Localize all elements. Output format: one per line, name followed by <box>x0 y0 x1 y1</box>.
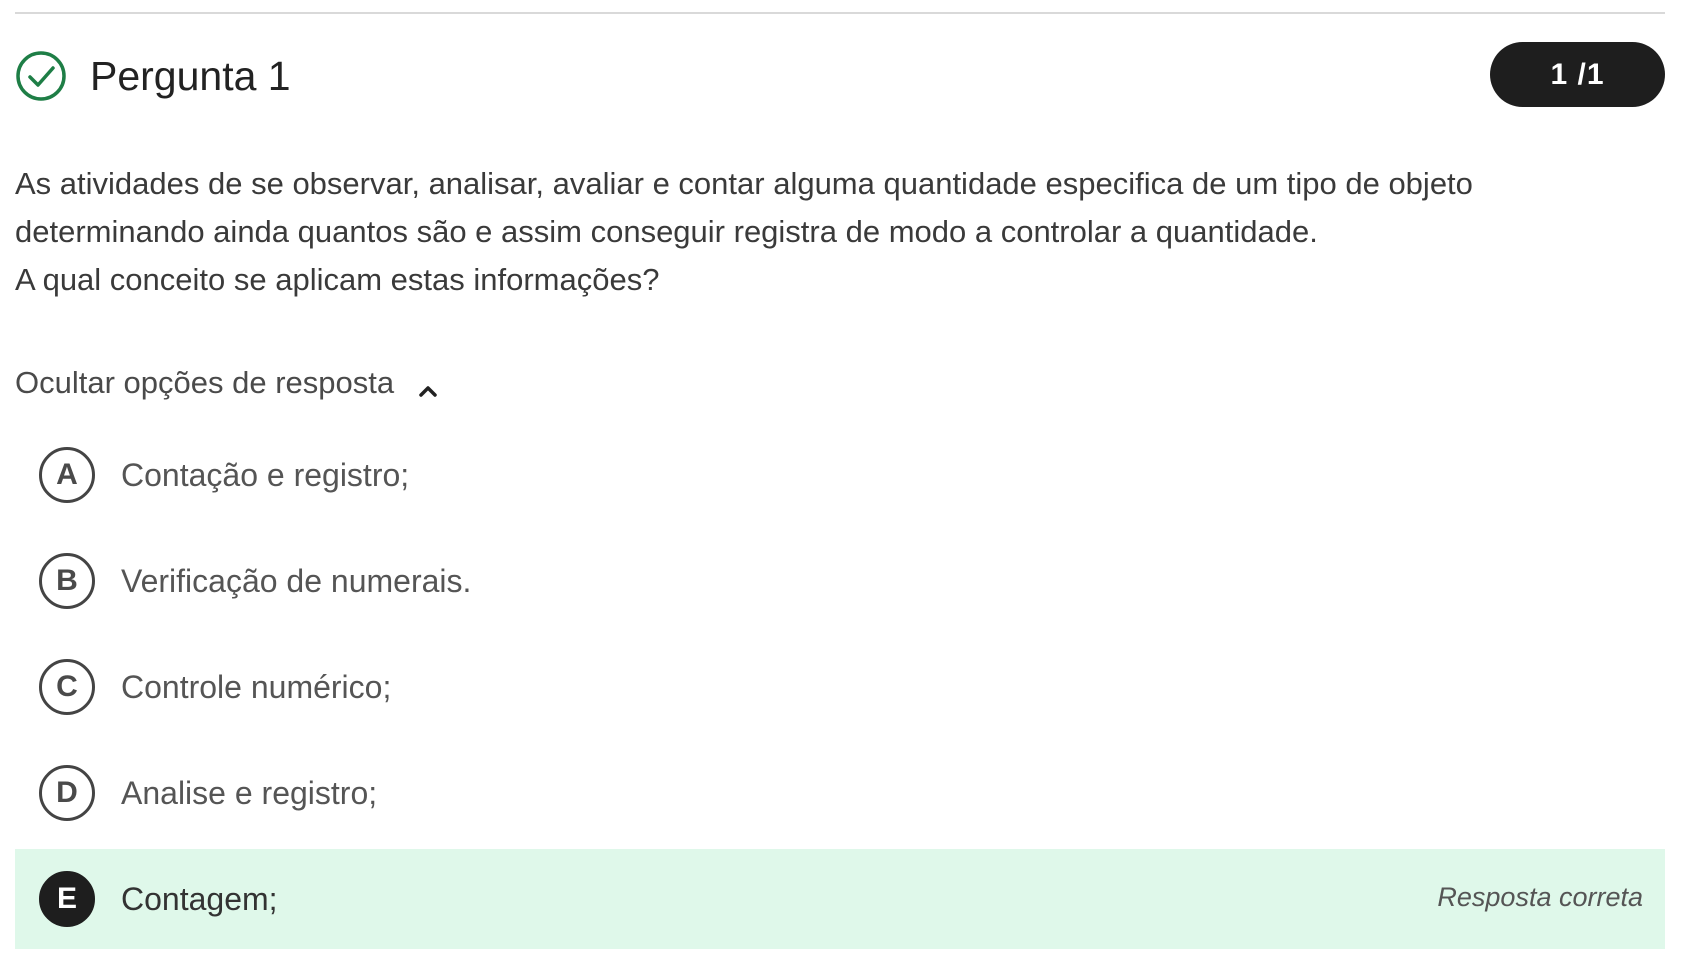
hide-answers-toggle[interactable]: Ocultar opções de resposta <box>15 363 439 403</box>
option-text: Analise e registro; <box>121 775 378 811</box>
option-text: Controle numérico; <box>121 669 392 705</box>
question-text: As atividades de se observar, analisar, … <box>15 160 1635 304</box>
answer-option-c[interactable]: C Controle numérico; <box>15 637 1665 737</box>
question-header: Pergunta 1 1 /1 <box>15 42 1665 107</box>
answer-option-e[interactable]: E Contagem; Resposta correta <box>15 849 1665 949</box>
top-divider <box>15 12 1665 14</box>
option-text: Contação e registro; <box>121 457 410 493</box>
question-title: Pergunta 1 <box>90 53 291 99</box>
question-text-line: As atividades de se observar, analisar, … <box>15 166 1473 201</box>
option-letter-badge: D <box>39 765 95 821</box>
correct-answer-label: Resposta correta <box>1437 882 1643 912</box>
option-text: Contagem; <box>121 881 278 917</box>
chevron-up-icon <box>417 372 439 397</box>
option-letter-badge: E <box>39 871 95 927</box>
option-letter-badge: A <box>39 447 95 503</box>
question-text-line: A qual conceito se aplicam estas informa… <box>15 262 660 297</box>
answer-options: A Contação e registro; B Verificação de … <box>15 425 1665 955</box>
answer-option-b[interactable]: B Verificação de numerais. <box>15 531 1665 631</box>
hide-answers-label: Ocultar opções de resposta <box>15 365 395 400</box>
option-letter-badge: B <box>39 553 95 609</box>
check-circle-icon <box>15 50 67 102</box>
answer-option-a[interactable]: A Contação e registro; <box>15 425 1665 525</box>
option-text: Verificação de numerais. <box>121 563 472 599</box>
option-letter-badge: C <box>39 659 95 715</box>
score-badge: 1 /1 <box>1490 42 1665 107</box>
question-text-line: determinando ainda quantos são e assim c… <box>15 214 1318 249</box>
answer-option-d[interactable]: D Analise e registro; <box>15 743 1665 843</box>
